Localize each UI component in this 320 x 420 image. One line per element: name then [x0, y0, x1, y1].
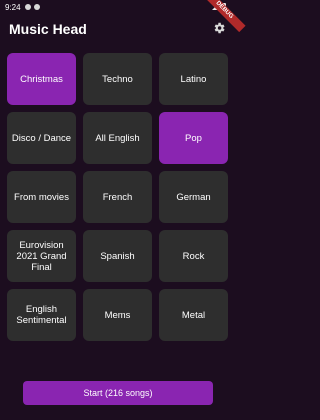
genre-tile-label: Latino — [180, 73, 207, 85]
genre-tile[interactable]: Spanish — [83, 230, 152, 282]
genre-tile-label: French — [102, 191, 133, 203]
genre-tile-label: From movies — [14, 191, 69, 203]
genre-tile[interactable]: Disco / Dance — [7, 112, 76, 164]
gear-icon[interactable] — [212, 21, 226, 35]
genre-tile[interactable]: Mems — [83, 289, 152, 341]
genre-tile[interactable]: Techno — [83, 53, 152, 105]
genre-tile-label: All English — [95, 132, 140, 144]
genre-tile-label: Eurovision 2021 Grand Final — [16, 239, 67, 273]
genre-tile[interactable]: French — [83, 171, 152, 223]
genre-tile-label: German — [176, 191, 211, 203]
notification-icons — [24, 4, 40, 10]
shield-notification-icon — [33, 4, 40, 10]
genre-tile[interactable]: Rock — [159, 230, 228, 282]
genre-tile[interactable]: Christmas — [7, 53, 76, 105]
genre-tile-label: Rock — [182, 250, 205, 262]
genre-tile[interactable]: English Sentimental — [7, 289, 76, 341]
settings-notification-icon — [24, 4, 31, 10]
genre-tile-label: English Sentimental — [16, 304, 67, 326]
start-button[interactable]: Start (216 songs) — [23, 381, 213, 405]
genre-tile-label: Pop — [185, 132, 202, 144]
status-time: 9:24 — [5, 2, 21, 12]
genre-tile[interactable]: Latino — [159, 53, 228, 105]
genre-tile[interactable]: Eurovision 2021 Grand Final — [7, 230, 76, 282]
page-title: Music Head — [9, 21, 87, 37]
genre-tile-label: Metal — [181, 309, 206, 321]
genre-tile[interactable]: Pop — [159, 112, 228, 164]
genre-tile-label: Disco / Dance — [11, 132, 72, 144]
genre-tile[interactable]: From movies — [7, 171, 76, 223]
status-bar: 9:24 DEBUG — [0, 0, 246, 33]
genre-tile-label: Christmas — [20, 73, 63, 85]
genre-tile[interactable]: German — [159, 171, 228, 223]
genre-tile-label: Spanish — [100, 250, 135, 262]
genre-tile-label: Techno — [102, 73, 133, 85]
genre-tile-label: Mems — [104, 309, 131, 321]
genre-tile[interactable]: Metal — [159, 289, 228, 341]
genre-tile[interactable]: All English — [83, 112, 152, 164]
genre-grid: Christmas Techno Latino Disco / Dance All En… — [7, 53, 228, 341]
